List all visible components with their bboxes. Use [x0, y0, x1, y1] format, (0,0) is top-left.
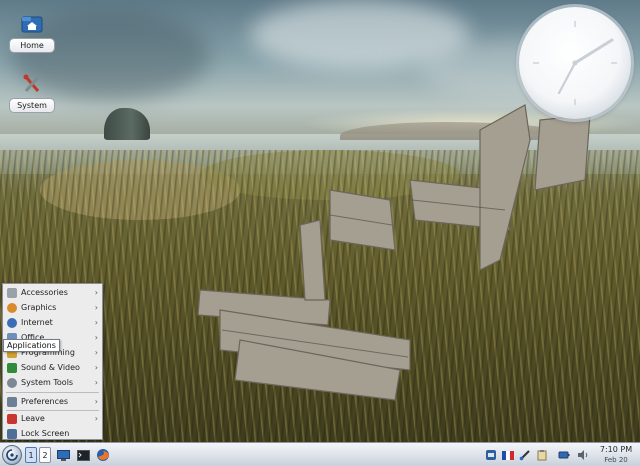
submenu-arrow-icon: › — [94, 318, 98, 327]
desktop-pager-1[interactable]: 1 — [25, 447, 37, 463]
submenu-arrow-icon: › — [94, 333, 98, 342]
menu-item-graphics[interactable]: Graphics › — [3, 300, 102, 315]
application-menu: Accessories › Graphics › Internet › Offi… — [2, 283, 103, 440]
show-desktop-icon — [56, 449, 70, 461]
taskbar: 1 2 7:10 PM Feb 20 — [0, 442, 640, 466]
keyboard-icon — [486, 450, 496, 460]
menu-item-internet[interactable]: Internet › — [3, 315, 102, 330]
submenu-arrow-icon: › — [94, 288, 98, 297]
volume-tray-button[interactable] — [576, 446, 590, 464]
submenu-arrow-icon: › — [94, 397, 98, 406]
taskbar-clock[interactable]: 7:10 PM Feb 20 — [596, 445, 636, 465]
home-folder-icon — [20, 14, 44, 34]
desktop-icon-label: System — [9, 98, 55, 113]
applications-tooltip: Applications — [3, 339, 60, 352]
system-tools-icon — [20, 74, 44, 94]
desktop-icon-system[interactable]: System — [6, 74, 58, 113]
menu-item-label: Lock Screen — [21, 429, 70, 438]
terminal-icon — [76, 449, 90, 461]
lock-screen-icon — [7, 428, 17, 439]
sea-stack-rock — [104, 108, 150, 140]
accessories-icon — [7, 287, 17, 298]
firefox-button[interactable] — [95, 446, 111, 464]
applications-launcher-button[interactable] — [2, 445, 22, 465]
menu-item-accessories[interactable]: Accessories › — [3, 285, 102, 300]
clipboard-icon — [537, 450, 547, 461]
submenu-arrow-icon: › — [94, 348, 98, 357]
menu-item-label: Internet — [21, 318, 53, 327]
submenu-arrow-icon: › — [94, 378, 98, 387]
volume-icon — [578, 450, 588, 460]
battery-icon — [558, 451, 570, 459]
paint-tray-button[interactable] — [518, 446, 532, 464]
menu-item-label: Sound & Video — [21, 363, 80, 372]
graphics-icon — [7, 302, 17, 313]
leave-icon — [7, 413, 17, 424]
system-tools-icon — [7, 377, 17, 388]
clock-hour-hand — [573, 38, 614, 65]
menu-item-system-tools[interactable]: System Tools › — [3, 375, 102, 390]
desktop-icon-home[interactable]: Home — [6, 14, 58, 53]
clock-face-icon — [533, 21, 617, 105]
menu-separator — [6, 392, 99, 393]
clock-time: 7:10 PM — [599, 445, 633, 454]
menu-item-label: Leave — [21, 414, 45, 423]
clock-date: Feb 20 — [604, 456, 628, 464]
clipboard-tray-button[interactable] — [535, 446, 549, 464]
paint-brush-icon — [519, 450, 530, 461]
keyboard-layout-button[interactable] — [501, 446, 515, 464]
menu-item-lock-screen[interactable]: Lock Screen — [3, 426, 102, 441]
french-flag-icon — [502, 450, 514, 460]
analog-clock-widget[interactable] — [519, 7, 631, 119]
preferences-icon — [7, 396, 17, 407]
sound-video-icon — [7, 362, 17, 373]
menu-item-leave[interactable]: Leave › — [3, 411, 102, 426]
firefox-icon — [97, 449, 109, 461]
menu-item-label: Graphics — [21, 303, 57, 312]
show-desktop-button[interactable] — [56, 446, 70, 464]
submenu-arrow-icon: › — [94, 363, 98, 372]
menu-item-label: Preferences — [21, 397, 69, 406]
desktop-icon-label: Home — [9, 38, 55, 53]
desktop-pager-2[interactable]: 2 — [39, 447, 51, 463]
keyboard-tray-button[interactable] — [484, 446, 498, 464]
battery-tray-button[interactable] — [557, 446, 571, 464]
menu-item-preferences[interactable]: Preferences › — [3, 394, 102, 409]
terminal-button[interactable] — [76, 446, 90, 464]
submenu-arrow-icon: › — [94, 414, 98, 423]
menu-item-sound-video[interactable]: Sound & Video › — [3, 360, 102, 375]
internet-icon — [7, 317, 17, 328]
menu-item-label: System Tools — [21, 378, 74, 387]
applications-launcher-icon — [6, 449, 18, 461]
menu-item-label: Accessories — [21, 288, 68, 297]
wooden-chairs-image — [197, 104, 591, 401]
submenu-arrow-icon: › — [94, 303, 98, 312]
clock-minute-hand — [557, 61, 577, 95]
